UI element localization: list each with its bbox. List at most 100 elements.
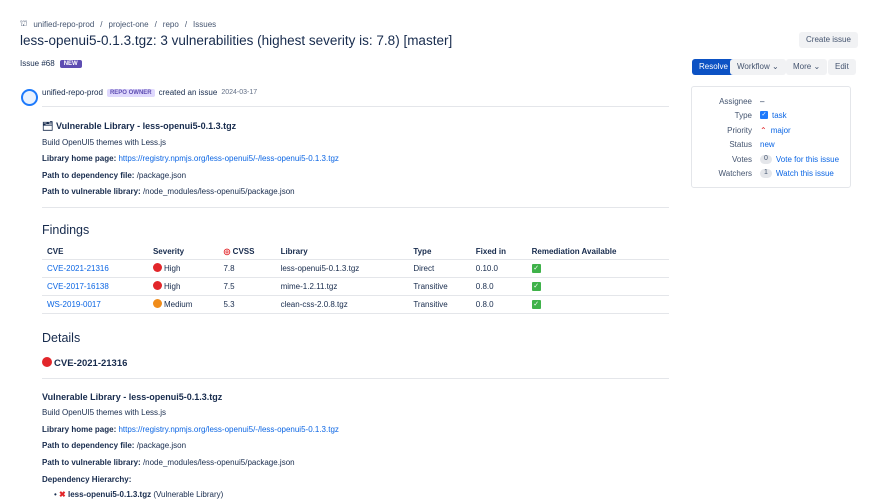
priority-major-icon: ⌃ xyxy=(760,126,767,135)
workflow-label: Workflow xyxy=(737,62,770,71)
check-icon: ✓ xyxy=(531,300,541,309)
vuln-lib-line: Path to vulnerable library: /node_module… xyxy=(42,187,295,196)
col-type: Type xyxy=(408,245,471,260)
home-label: Library home page: xyxy=(42,154,117,163)
resolve-button[interactable]: Resolve xyxy=(692,59,735,75)
watchers-label: Watchers xyxy=(718,169,753,178)
breadcrumb-issues[interactable]: Issues xyxy=(193,20,216,29)
action-text: created an issue xyxy=(158,88,218,97)
fixed-cell: 0.8.0 xyxy=(470,295,527,314)
cvss-target-icon: ◎ xyxy=(223,247,231,257)
remediation-cell: ✓ xyxy=(526,295,669,314)
watch-link[interactable]: Watch this issue xyxy=(776,169,834,178)
severity-icon xyxy=(152,299,162,308)
issue-details-panel: Assignee – Type ✓ task Priority ⌃ major Statu… xyxy=(691,86,851,188)
details-lib-heading: Vulnerable Library - less-openui5-0.1.3.… xyxy=(42,392,223,402)
col-cve: CVE xyxy=(42,245,148,260)
summary-desc: Build OpenUI5 themes with Less.js xyxy=(42,138,167,147)
breadcrumb-repo[interactable]: repo xyxy=(163,20,179,29)
assignee-value[interactable]: – xyxy=(760,97,764,106)
separator: / xyxy=(184,19,188,29)
library-cell: clean-css-2.0.8.tgz xyxy=(275,295,409,314)
table-row: WS-2019-0017 Medium 5.3 clean-css-2.0.8.… xyxy=(42,295,669,314)
details-home-line: Library home page: https://registry.npmj… xyxy=(42,425,339,434)
workflow-button[interactable]: Workflow ⌄ xyxy=(730,59,786,75)
cve-link[interactable]: CVE-2017-16138 xyxy=(47,282,109,291)
details-home-link[interactable]: https://registry.npmjs.org/less-openui5/… xyxy=(118,425,338,434)
severity-cell: High xyxy=(147,277,219,296)
cvss-cell: 5.3 xyxy=(218,295,276,314)
breadcrumb: ⛫ unified-repo-prod / project-one / repo / … xyxy=(20,19,216,29)
home-page-link[interactable]: https://registry.npmjs.org/less-openui5/… xyxy=(118,154,338,163)
watchers-count: 1 xyxy=(760,169,772,178)
fixed-cell: 0.8.0 xyxy=(470,277,527,296)
cvss-cell: 7.5 xyxy=(218,277,276,296)
table-row: CVE-2017-16138 High 7.5 mime-1.2.11.tgz … xyxy=(42,277,669,296)
task-icon: ✓ xyxy=(760,111,768,119)
priority-value[interactable]: major xyxy=(771,126,791,135)
vuln-value: /node_modules/less-openui5/package.json xyxy=(142,187,295,196)
dep-value: /package.json xyxy=(136,171,187,180)
status-label: Status xyxy=(729,140,752,149)
activity-line: unified-repo-prod REPO OWNER created an … xyxy=(42,88,257,97)
separator: / xyxy=(100,19,103,29)
issue-number: Issue #68 xyxy=(20,59,55,68)
page-title: less-openui5-0.1.3.tgz: 3 vulnerabilitie… xyxy=(20,33,453,48)
repo-icon: ⛫ xyxy=(20,19,28,28)
cve-cell: CVE-2017-16138 xyxy=(42,277,148,296)
breadcrumb-repo-prod[interactable]: unified-repo-prod xyxy=(33,20,94,29)
table-row: CVE-2021-21316 High 7.8 less-openui5-0.1… xyxy=(42,259,669,278)
author-name[interactable]: unified-repo-prod xyxy=(42,88,103,97)
col-library: Library xyxy=(275,245,409,260)
hierarchy-note: (Vulnerable Library) xyxy=(153,490,224,499)
home-label: Library home page: xyxy=(42,425,117,434)
vuln-value: /node_modules/less-openui5/package.json xyxy=(142,458,295,467)
cvss-label: CVSS xyxy=(232,247,255,257)
type-cell: Transitive xyxy=(408,295,471,314)
home-page-line: Library home page: https://registry.npmj… xyxy=(42,154,339,163)
chevron-down-icon: ⌄ xyxy=(813,62,821,71)
more-button[interactable]: More ⌄ xyxy=(786,59,828,75)
vuln-label: Path to vulnerable library: xyxy=(42,187,141,196)
cve-link[interactable]: WS-2019-0017 xyxy=(47,300,101,309)
breadcrumb-project[interactable]: project-one xyxy=(109,20,149,29)
hierarchy-item: • ✖ less-openui5-0.1.3.tgz (Vulnerable L… xyxy=(54,490,224,499)
cve-cell: CVE-2021-21316 xyxy=(42,259,148,278)
divider xyxy=(42,378,669,379)
cvss-cell: 7.8 xyxy=(218,259,276,278)
severity-icon xyxy=(152,263,162,272)
type-label: Type xyxy=(734,111,752,120)
severity-icon xyxy=(152,281,162,290)
cve-cell: WS-2019-0017 xyxy=(42,295,148,314)
status-value[interactable]: new xyxy=(760,140,775,149)
vote-link[interactable]: Vote for this issue xyxy=(776,155,839,164)
col-cvss: ◎ CVSS xyxy=(218,245,276,260)
type-value[interactable]: task xyxy=(772,111,787,120)
type-cell: Transitive xyxy=(408,277,471,296)
remediation-cell: ✓ xyxy=(526,277,669,296)
vuln-label: Path to vulnerable library: xyxy=(42,458,141,467)
details-dep-line: Path to dependency file: /package.json xyxy=(42,441,186,450)
create-issue-button[interactable]: Create issue xyxy=(799,32,858,48)
findings-table: CVE Severity ◎ CVSS Library Type Fixed i… xyxy=(42,245,669,314)
avatar xyxy=(21,89,38,106)
issue-id: Issue #68 NEW xyxy=(20,59,82,68)
remediation-cell: ✓ xyxy=(526,259,669,278)
date: 2024-03-17 xyxy=(221,89,258,96)
severity-text: High xyxy=(163,282,181,291)
high-severity-icon xyxy=(42,357,52,367)
divider xyxy=(42,207,669,208)
edit-button[interactable]: Edit xyxy=(828,59,856,75)
findings-heading: Findings xyxy=(42,223,90,237)
status-badge: NEW xyxy=(59,59,82,68)
cve-link[interactable]: CVE-2021-21316 xyxy=(47,264,109,273)
severity-text: High xyxy=(163,264,181,273)
library-icon: 🗂 xyxy=(42,121,54,131)
severity-cell: High xyxy=(147,259,219,278)
check-icon: ✓ xyxy=(531,282,541,291)
fixed-cell: 0.10.0 xyxy=(470,259,527,278)
col-remediation: Remediation Available xyxy=(526,245,669,260)
priority-label: Priority xyxy=(727,126,752,135)
more-label: More xyxy=(793,62,812,71)
severity-cell: Medium xyxy=(147,295,219,314)
